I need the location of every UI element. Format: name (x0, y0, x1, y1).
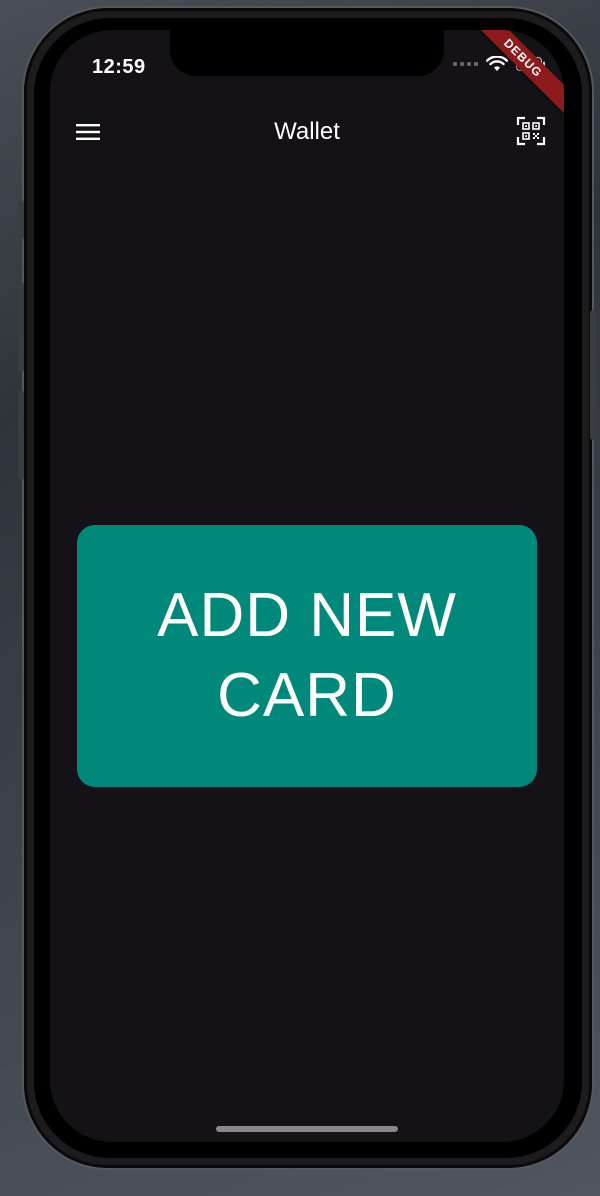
power-button (590, 310, 596, 440)
notch (170, 30, 444, 76)
volume-down-button (18, 390, 24, 480)
home-indicator[interactable] (216, 1126, 398, 1132)
mute-switch (18, 200, 24, 240)
volume-up-button (18, 282, 24, 372)
wifi-icon (486, 56, 508, 71)
qr-scan-button[interactable] (516, 116, 546, 146)
cellular-signal-icon (453, 62, 478, 66)
qr-scan-icon (516, 116, 546, 146)
add-new-card-button[interactable]: ADD NEW CARD (77, 525, 537, 787)
status-time: 12:59 (92, 56, 146, 78)
phone-screen: 12:59 DEBUG Wallet ADD NEW CARD (50, 30, 564, 1142)
app-bar: Wallet (50, 110, 564, 154)
page-title: Wallet (274, 118, 340, 145)
